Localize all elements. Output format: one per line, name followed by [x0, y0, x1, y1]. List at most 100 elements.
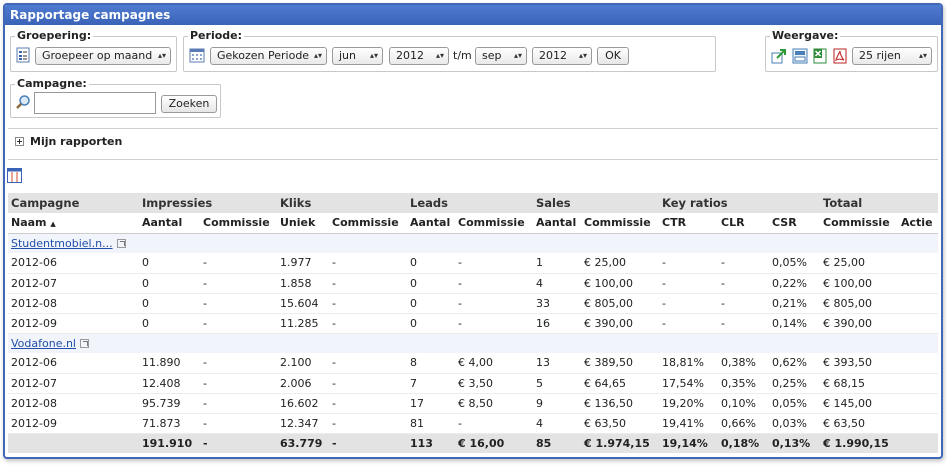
period-ok-button[interactable]: OK — [597, 47, 629, 65]
table-cell: 0 — [139, 273, 200, 294]
table-cell: € 100,00 — [581, 273, 659, 294]
table-cell: 9 — [533, 393, 581, 414]
period-mode-select[interactable]: Gekozen Periode ▴▾ — [210, 47, 327, 65]
table-row: 2012-08 95.739-16.602-17 € 8,50 9 € 136,50 19… — [8, 393, 938, 414]
table-cell: 0,05% — [769, 393, 820, 414]
to-year-select[interactable]: 2012 ▴▾ — [532, 47, 592, 65]
table-cell: - — [455, 293, 533, 314]
table-cell: 2012-09 — [8, 413, 139, 434]
period-separator: t/m — [453, 49, 472, 62]
table-cell: 0,25% — [769, 373, 820, 394]
table-cell: € 805,00 — [820, 293, 898, 314]
table-cell: 2.006 — [277, 373, 329, 394]
table-cell: 2.100 — [277, 353, 329, 374]
divider-top — [8, 128, 938, 129]
expand-icon[interactable] — [15, 137, 24, 146]
campaign-row: Studentmobiel.n... — [8, 233, 938, 253]
table-cell: 16 — [533, 313, 581, 334]
chevron-updown-icon: ▴▾ — [918, 51, 927, 60]
external-link-icon[interactable] — [80, 339, 89, 349]
table-cell — [898, 373, 938, 394]
external-link-icon[interactable] — [116, 239, 126, 249]
report-table: Campagne Impressies Kliks Leads Sales Ke… — [8, 193, 938, 453]
campaign-link[interactable]: Vodafone.nl — [11, 337, 76, 350]
column-header[interactable]: Aantal — [139, 213, 200, 234]
table-cell: 0 — [139, 293, 200, 314]
table-cell: 17,54% — [659, 373, 718, 394]
rows-per-page-select[interactable]: 25 rijen ▴▾ — [852, 47, 932, 65]
group-header-impressies: Impressies — [139, 193, 277, 213]
column-chooser-icon[interactable] — [7, 168, 22, 183]
calendar-icon — [189, 48, 205, 63]
table-cell: 13 — [533, 353, 581, 374]
pdf-icon[interactable] — [832, 48, 848, 64]
sort-asc-icon: ▲ — [50, 220, 56, 229]
total-cell: € 16,00 — [455, 433, 533, 453]
my-reports-toggle[interactable]: Mijn rapporten — [30, 135, 122, 148]
table-cell: 2012-07 — [8, 373, 139, 394]
total-row: 191.910-63.779-113 € 16,00 85 € 1.974,15 19,… — [8, 433, 938, 453]
column-header[interactable]: CSR — [769, 213, 820, 234]
table-cell: - — [329, 373, 407, 394]
column-header[interactable]: Commissie — [455, 213, 533, 234]
column-header[interactable]: Commissie — [581, 213, 659, 234]
total-cell: 85 — [533, 433, 581, 453]
group-list-icon — [16, 47, 30, 63]
column-header[interactable]: Commissie — [329, 213, 407, 234]
column-header[interactable]: Commissie — [820, 213, 898, 234]
campaign-link[interactable]: Studentmobiel.n... — [11, 237, 113, 250]
group-header-row: Campagne Impressies Kliks Leads Sales Ke… — [8, 193, 938, 213]
table-cell: € 136,50 — [581, 393, 659, 414]
table-row: 2012-07 0-1.858-0-4 € 100,00- -0,22% € 100,0… — [8, 273, 938, 294]
column-header[interactable]: Aantal — [407, 213, 455, 234]
column-header[interactable]: Uniek — [277, 213, 329, 234]
to-month-select[interactable]: sep ▴▾ — [475, 47, 527, 65]
search-button[interactable]: Zoeken — [161, 95, 217, 113]
table-cell: - — [718, 273, 769, 294]
table-cell: - — [329, 293, 407, 314]
grouping-legend: Groepering: — [15, 29, 94, 42]
table-cell: € 68,15 — [820, 373, 898, 394]
table-cell: € 145,00 — [820, 393, 898, 414]
view-fieldset: Weergave: 25 rijen ▴▾ — [765, 29, 938, 72]
table-cell: - — [455, 253, 533, 274]
table-cell — [898, 293, 938, 314]
grouping-select-value: Groepeer op maand — [42, 49, 153, 62]
total-cell: 63.779 — [277, 433, 329, 453]
table-cell: - — [659, 293, 718, 314]
period-fieldset: Periode: Gekozen Periode ▴▾ jun ▴▾ 2012 … — [183, 29, 716, 72]
period-legend: Periode: — [188, 29, 245, 42]
table-cell: - — [718, 253, 769, 274]
campaign-cell: Vodafone.nl — [8, 333, 938, 353]
export-icon[interactable] — [771, 48, 787, 64]
table-cell: € 393,50 — [820, 353, 898, 374]
campaign-search-input[interactable] — [34, 92, 156, 114]
from-month-select[interactable]: jun ▴▾ — [332, 47, 383, 65]
chevron-updown-icon: ▴▾ — [313, 51, 322, 60]
table-cell: - — [329, 393, 407, 414]
table-cell: 4 — [533, 273, 581, 294]
column-header-naam[interactable]: Naam ▲ — [8, 213, 139, 234]
table-cell: - — [329, 313, 407, 334]
table-cell: 0,05% — [769, 253, 820, 274]
table-cell: € 8,50 — [455, 393, 533, 414]
from-year-value: 2012 — [396, 49, 424, 62]
table-cell: 0,14% — [769, 313, 820, 334]
table-cell: 71.873 — [139, 413, 200, 434]
table-cell: - — [455, 273, 533, 294]
table-cell: € 390,00 — [820, 313, 898, 334]
grouping-select[interactable]: Groepeer op maand ▴▾ — [35, 47, 171, 65]
print-icon[interactable] — [792, 48, 808, 64]
column-header[interactable]: CLR — [718, 213, 769, 234]
table-cell: 0 — [407, 253, 455, 274]
table-cell — [898, 313, 938, 334]
table-cell: 19,20% — [659, 393, 718, 414]
excel-icon[interactable] — [812, 48, 828, 64]
table-cell: - — [200, 413, 277, 434]
column-header[interactable]: CTR — [659, 213, 718, 234]
from-year-select[interactable]: 2012 ▴▾ — [389, 47, 449, 65]
table-cell: 81 — [407, 413, 455, 434]
column-header[interactable]: Aantal — [533, 213, 581, 234]
column-header[interactable]: Commissie — [200, 213, 277, 234]
table-cell: 0 — [407, 273, 455, 294]
